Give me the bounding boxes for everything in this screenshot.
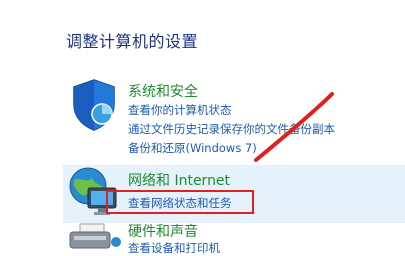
- link-backup-restore[interactable]: 备份和还原(Windows 7): [128, 140, 257, 156]
- category-title-hardware[interactable]: 硬件和声音: [128, 221, 198, 241]
- link-view-devices-printers[interactable]: 查看设备和打印机: [128, 240, 220, 256]
- highlight-box: [106, 190, 254, 214]
- printer-icon[interactable]: [66, 222, 122, 252]
- shield-icon[interactable]: [70, 78, 118, 132]
- link-view-computer-status[interactable]: 查看你的计算机状态: [128, 102, 232, 118]
- category-title-network[interactable]: 网络和 Internet: [128, 170, 230, 190]
- page-title: 调整计算机的设置: [66, 32, 199, 51]
- red-slash-annotation: [254, 92, 334, 162]
- category-title-security[interactable]: 系统和安全: [128, 81, 198, 101]
